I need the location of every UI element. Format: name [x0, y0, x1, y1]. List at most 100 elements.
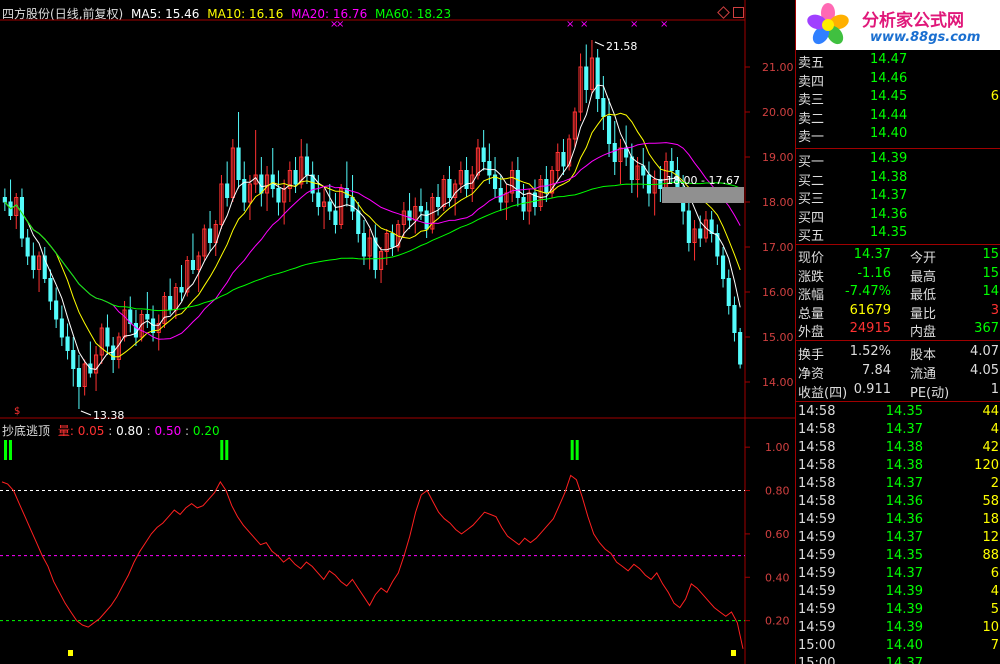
candle-body — [145, 314, 150, 320]
quote-value: 367 — [974, 321, 999, 336]
dividend-marker: $ — [14, 406, 20, 417]
quote-label: 涨跌 — [798, 269, 825, 285]
tick-price: 14.37 — [885, 422, 923, 437]
ask-price: 14.44 — [870, 107, 908, 123]
candle-body — [584, 66, 589, 90]
signal-bar — [225, 440, 229, 460]
indicator-line — [1, 474, 744, 649]
tick-volume: 58 — [982, 494, 999, 509]
candle-body — [327, 201, 332, 212]
fund-label: 净资 — [798, 367, 825, 382]
tick-price: 14.39 — [885, 584, 923, 599]
bid-row: 买三 14.37 — [796, 187, 1000, 207]
bid-row: 买二 14.38 — [796, 169, 1000, 189]
tick-row[interactable]: 14:59 14.39 5 — [796, 601, 1000, 619]
candle-body — [361, 233, 367, 257]
fund-value: 4.07 — [970, 344, 999, 359]
bid-label: 买三 — [798, 192, 825, 207]
flower-logo-icon — [807, 3, 849, 45]
indicator-axis-label: 1.00 — [765, 441, 790, 454]
candle-body — [333, 210, 338, 225]
kline-chart-area[interactable]: 21.00 20.00 19.00 18.00 17.00 16.00 15.00 14.00… — [0, 0, 795, 664]
tick-time: 14:59 — [798, 584, 836, 599]
price-axis-label: 21.00 — [762, 61, 794, 74]
candle-body — [207, 228, 213, 243]
tick-divider — [796, 401, 1000, 402]
tick-row[interactable]: 14:59 14.39 4 — [796, 583, 1000, 601]
candle-body — [424, 210, 429, 230]
tick-price: 14.36 — [885, 494, 923, 509]
square-icon[interactable] — [733, 7, 744, 18]
ask-label: 卖三 — [798, 93, 825, 108]
tick-volume: 120 — [974, 458, 999, 473]
quote-value: 15 — [982, 247, 999, 262]
book-divider — [796, 148, 1000, 149]
indicator-value-1: 0.05 — [77, 424, 105, 438]
fund-label: PE(动) — [910, 386, 950, 401]
tick-row[interactable]: 15:00 14.37 — [796, 655, 1000, 664]
ask-row: 卖五 14.47 — [796, 51, 1000, 71]
bid-label: 买四 — [798, 210, 825, 226]
price-axis-label: 19.00 — [762, 151, 794, 164]
tick-row[interactable]: 14:58 14.38 42 — [796, 439, 1000, 457]
logo-url: www.88gs.com — [870, 30, 981, 45]
tick-row[interactable]: 14:58 14.37 2 — [796, 475, 1000, 493]
tick-row[interactable]: 14:59 14.36 18 — [796, 511, 1000, 529]
range-label: 18.00 - 17.67 — [666, 174, 740, 187]
candle-body — [624, 147, 629, 158]
tick-time: 14:58 — [798, 440, 836, 455]
tick-price: 14.40 — [885, 638, 923, 653]
candle-body — [447, 179, 452, 198]
candle-body — [316, 192, 321, 207]
fund-label: 收益(四) — [798, 386, 848, 401]
fund-row: 收益(四) 0.911 PE(动) 1 — [796, 381, 1000, 401]
low-price-label: 13.38 — [93, 409, 125, 422]
fund-label: 流通 — [910, 367, 937, 382]
tick-row[interactable]: 14:59 14.39 10 — [796, 619, 1000, 637]
candle-body — [25, 237, 30, 257]
tick-row[interactable]: 14:59 14.37 12 — [796, 529, 1000, 547]
candle-body — [225, 183, 230, 198]
tick-price: 14.35 — [885, 404, 923, 419]
quote-row: 涨幅 -7.47% 最低 14 — [796, 283, 1000, 303]
candle-body — [65, 336, 70, 351]
quote-label: 总量 — [798, 306, 825, 322]
fund-value: 7.84 — [862, 363, 891, 378]
tick-price: 14.37 — [885, 530, 923, 545]
tick-row[interactable]: 14:58 14.35 44 — [796, 403, 1000, 421]
signal-bar — [220, 440, 224, 460]
indicator-axis-label: 0.80 — [765, 485, 790, 498]
tick-row[interactable]: 14:59 14.35 88 — [796, 547, 1000, 565]
candle-body — [270, 174, 275, 189]
tick-time: 14:58 — [798, 404, 836, 419]
ask-price: 14.40 — [870, 126, 908, 141]
tick-time: 14:59 — [798, 566, 836, 581]
price-axis-label: 20.00 — [762, 106, 794, 119]
logo-title: 分析家公式网 — [862, 11, 964, 31]
candle-body — [669, 161, 674, 171]
candle-body — [698, 228, 703, 239]
candle-body — [190, 260, 196, 270]
candle-body — [407, 210, 412, 221]
fund-row: 净资 7.84 流通 4.05 — [796, 362, 1000, 382]
stock-name: 四方股份 — [2, 7, 51, 21]
ask-label: 卖四 — [798, 74, 825, 90]
tick-volume: 5 — [990, 602, 999, 617]
indicator-axis-label: 0.40 — [765, 571, 790, 584]
tick-row[interactable]: 14:58 14.36 58 — [796, 493, 1000, 511]
candle-body — [481, 147, 486, 162]
fund-divider — [796, 340, 1000, 341]
tick-row[interactable]: 14:58 14.37 4 — [796, 421, 1000, 439]
ask-volume: 6 — [990, 89, 999, 104]
candle-body — [629, 156, 634, 180]
ma10-readout: MA10: 16.16 — [207, 7, 284, 21]
candle-body — [304, 156, 310, 176]
tick-time: 14:59 — [798, 548, 836, 563]
tick-row[interactable]: 14:58 14.38 120 — [796, 457, 1000, 475]
chart-canvas[interactable]: 21.00 20.00 19.00 18.00 17.00 16.00 15.00 14.00… — [0, 0, 795, 664]
indicator-qty-label: 量: — [57, 424, 74, 438]
candle-body — [390, 233, 395, 248]
tick-volume: 10 — [982, 620, 999, 635]
tick-row[interactable]: 14:59 14.37 6 — [796, 565, 1000, 583]
tick-row[interactable]: 15:00 14.40 7 — [796, 637, 1000, 655]
